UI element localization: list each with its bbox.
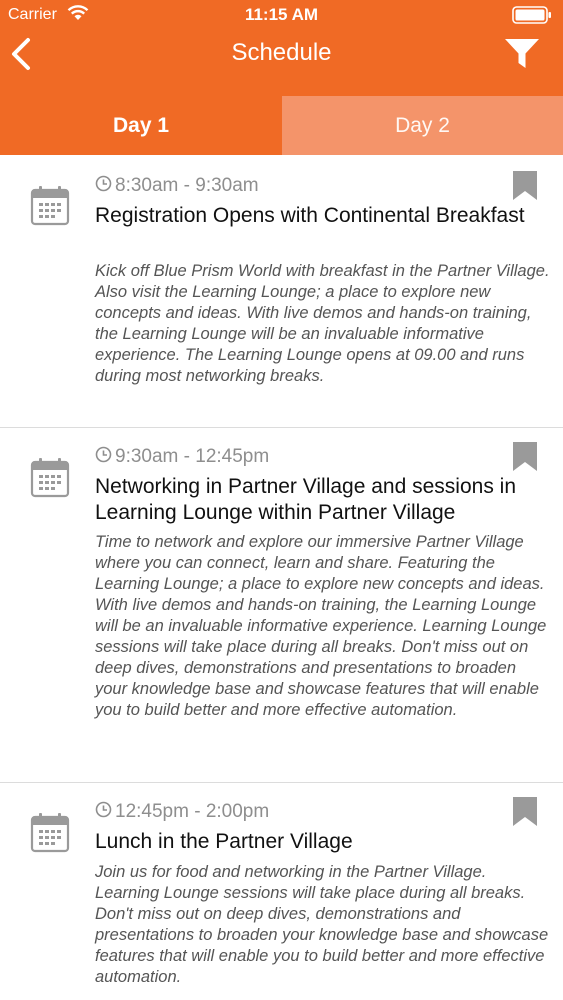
session-title: Networking in Partner Village and sessio… <box>95 475 517 524</box>
session-item[interactable]: 12:45pm - 2:00pm Lunch in the Partner Vi… <box>0 783 563 1000</box>
status-time: 11:15 AM <box>244 5 319 24</box>
day-tabs: Day 1 Day 2 <box>0 96 563 155</box>
session-title: Registration Opens with Continental Brea… <box>95 204 525 227</box>
navigation-bar: Schedule <box>0 30 563 96</box>
tab-day-2[interactable]: Day 2 <box>282 96 563 155</box>
session-title: Lunch in the Partner Village <box>95 830 353 853</box>
clock-icon <box>95 175 112 192</box>
clock-icon <box>95 801 112 818</box>
session-time-text: 8:30am - 9:30am <box>115 175 259 196</box>
bookmark-icon[interactable] <box>513 442 537 471</box>
session-description: Join us for food and networking in the P… <box>95 863 549 986</box>
page-title: Schedule <box>231 39 332 66</box>
calendar-icon <box>30 813 70 853</box>
bookmark-icon[interactable] <box>513 171 537 200</box>
bookmark-icon[interactable] <box>513 797 537 826</box>
session-time: 12:45pm - 2:00pm <box>95 801 269 823</box>
clock-icon <box>95 446 112 463</box>
session-item[interactable]: 8:30am - 9:30am Registration Opens with … <box>0 156 563 428</box>
session-description: Kick off Blue Prism World with breakfast… <box>95 262 550 385</box>
session-time-text: 9:30am - 12:45pm <box>115 446 270 467</box>
session-time: 9:30am - 12:45pm <box>95 446 269 468</box>
session-description: Time to network and explore our immersiv… <box>95 533 547 719</box>
session-item[interactable]: 9:30am - 12:45pm Networking in Partner V… <box>0 428 563 783</box>
app-header: Carrier 11:15 AM Schedule Day 1 Day 2 <box>0 0 563 155</box>
battery-icon <box>512 6 551 24</box>
session-time: 8:30am - 9:30am <box>95 175 259 197</box>
status-bar: Carrier 11:15 AM <box>0 0 563 30</box>
session-time-text: 12:45pm - 2:00pm <box>115 801 270 822</box>
filter-icon[interactable] <box>504 38 540 70</box>
calendar-icon <box>30 186 70 226</box>
calendar-icon <box>30 458 70 498</box>
tab-day-1[interactable]: Day 1 <box>0 96 282 155</box>
